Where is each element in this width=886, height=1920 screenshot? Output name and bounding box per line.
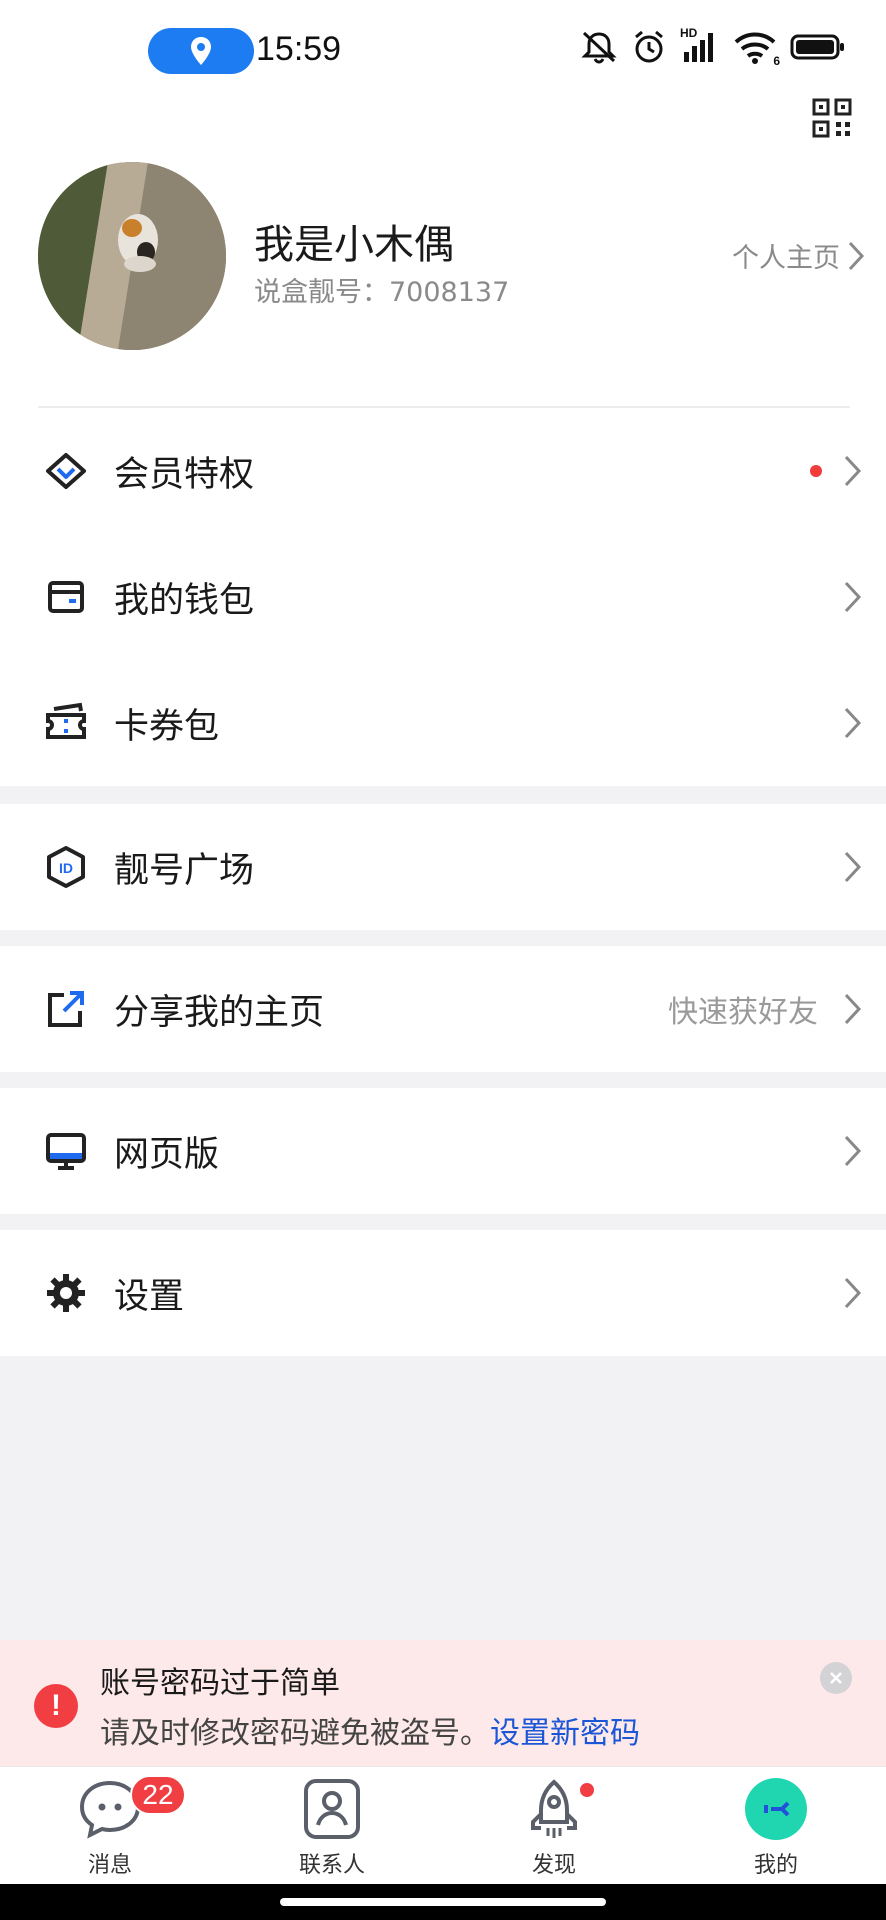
monitor-icon	[44, 1129, 88, 1173]
location-indicator[interactable]	[148, 28, 254, 74]
avatar-photo	[38, 162, 226, 350]
diamond-icon	[44, 449, 88, 493]
notification-dot	[810, 465, 822, 477]
chevron-right-icon	[844, 707, 862, 739]
menu-item-label: 卡券包	[114, 706, 220, 747]
homepage-link-label: 个人主页	[732, 243, 840, 274]
menu-item-settings[interactable]: 设置	[0, 1230, 886, 1356]
menu-item-vip[interactable]: 会员特权	[0, 408, 886, 534]
bottom-tab-bar: 22 消息 联系人 发现 我的	[0, 1766, 886, 1884]
close-button[interactable]	[820, 1662, 852, 1694]
contacts-icon	[292, 1777, 372, 1841]
menu-group-account: 会员特权 我的钱包 卡券包	[0, 408, 886, 786]
tab-label: 我的	[753, 1853, 798, 1878]
chevron-right-icon	[844, 1135, 862, 1167]
warning-title: 账号密码过于简单	[100, 1666, 340, 1701]
location-icon	[191, 37, 211, 65]
profile-name: 我是小木偶	[254, 222, 454, 268]
tab-messages[interactable]: 22 消息	[10, 1767, 210, 1885]
share-icon	[44, 987, 88, 1031]
unread-badge: 22	[130, 1775, 186, 1815]
tab-label: 发现	[531, 1853, 576, 1878]
menu-item-number-plaza[interactable]: ID 靓号广场	[0, 804, 886, 930]
signal-icon	[684, 33, 713, 62]
password-warning-banner[interactable]: ! 账号密码过于简单 请及时修改密码避免被盗号。设置新密码	[0, 1640, 886, 1766]
wifi-label: 6	[773, 54, 780, 68]
me-icon	[736, 1777, 816, 1841]
alert-icon: !	[34, 1684, 78, 1728]
menu-item-wallet[interactable]: 我的钱包	[0, 534, 886, 660]
ticket-icon	[44, 701, 88, 745]
menu-item-hint: 快速获好友	[668, 995, 818, 1030]
chevron-right-icon	[844, 1277, 862, 1309]
chevron-right-icon	[844, 455, 862, 487]
chevron-right-icon	[844, 993, 862, 1025]
tab-contacts[interactable]: 联系人	[232, 1767, 432, 1885]
menu-item-label: 设置	[114, 1276, 185, 1317]
profile-handle: 说盒靓号：7008137	[254, 277, 510, 308]
menu-item-label: 网页版	[114, 1134, 220, 1175]
profile-card[interactable]: 我是小木偶 说盒靓号：7008137 个人主页	[0, 100, 886, 408]
wifi-icon	[734, 32, 776, 64]
warning-body: 请及时修改密码避免被盗号。设置新密码	[100, 1708, 640, 1752]
tab-label: 联系人	[298, 1853, 365, 1878]
menu-item-web[interactable]: 网页版	[0, 1088, 886, 1214]
wifi-indicator: 6	[734, 30, 780, 68]
mute-icon	[581, 31, 617, 64]
wallet-icon	[44, 575, 88, 619]
home-indicator[interactable]	[280, 1898, 606, 1906]
alarm-icon	[635, 30, 663, 63]
status-bar: 15:59 HD 6	[0, 0, 886, 100]
tab-me[interactable]: 我的	[676, 1767, 876, 1885]
id-badge-icon: ID	[44, 845, 88, 889]
qr-code-icon	[812, 98, 852, 138]
menu-group-web: 网页版	[0, 1088, 886, 1214]
menu-item-label: 我的钱包	[114, 580, 255, 621]
gear-icon	[44, 1271, 88, 1315]
menu-item-share[interactable]: 分享我的主页 快速获好友	[0, 946, 886, 1072]
set-new-password-link[interactable]: 设置新密码	[490, 1716, 640, 1751]
close-icon	[830, 1672, 842, 1684]
signal-indicator: HD	[680, 26, 720, 64]
avatar[interactable]	[38, 162, 226, 350]
chevron-right-icon	[848, 241, 865, 270]
svg-text:ID: ID	[59, 860, 73, 876]
tab-label: 消息	[87, 1853, 132, 1878]
homepage-link[interactable]: 个人主页	[732, 236, 866, 275]
menu-item-label: 靓号广场	[114, 850, 255, 891]
menu-group-plaza: ID 靓号广场	[0, 804, 886, 930]
menu-group-share: 分享我的主页 快速获好友	[0, 946, 886, 1072]
notification-dot	[580, 1783, 594, 1797]
chevron-right-icon	[844, 581, 862, 613]
menu-item-coupons[interactable]: 卡券包	[0, 660, 886, 786]
tab-discover[interactable]: 发现	[454, 1767, 654, 1885]
qr-code-button[interactable]	[812, 98, 852, 138]
status-icons: HD 6	[580, 26, 846, 68]
status-time: 15:59	[256, 30, 342, 68]
battery-icon	[790, 34, 844, 60]
menu-group-settings: 设置	[0, 1230, 886, 1356]
menu-item-label: 分享我的主页	[114, 992, 325, 1033]
menu-item-label: 会员特权	[114, 454, 255, 495]
chevron-right-icon	[844, 851, 862, 883]
warning-message: 请及时修改密码避免被盗号。	[100, 1716, 490, 1751]
